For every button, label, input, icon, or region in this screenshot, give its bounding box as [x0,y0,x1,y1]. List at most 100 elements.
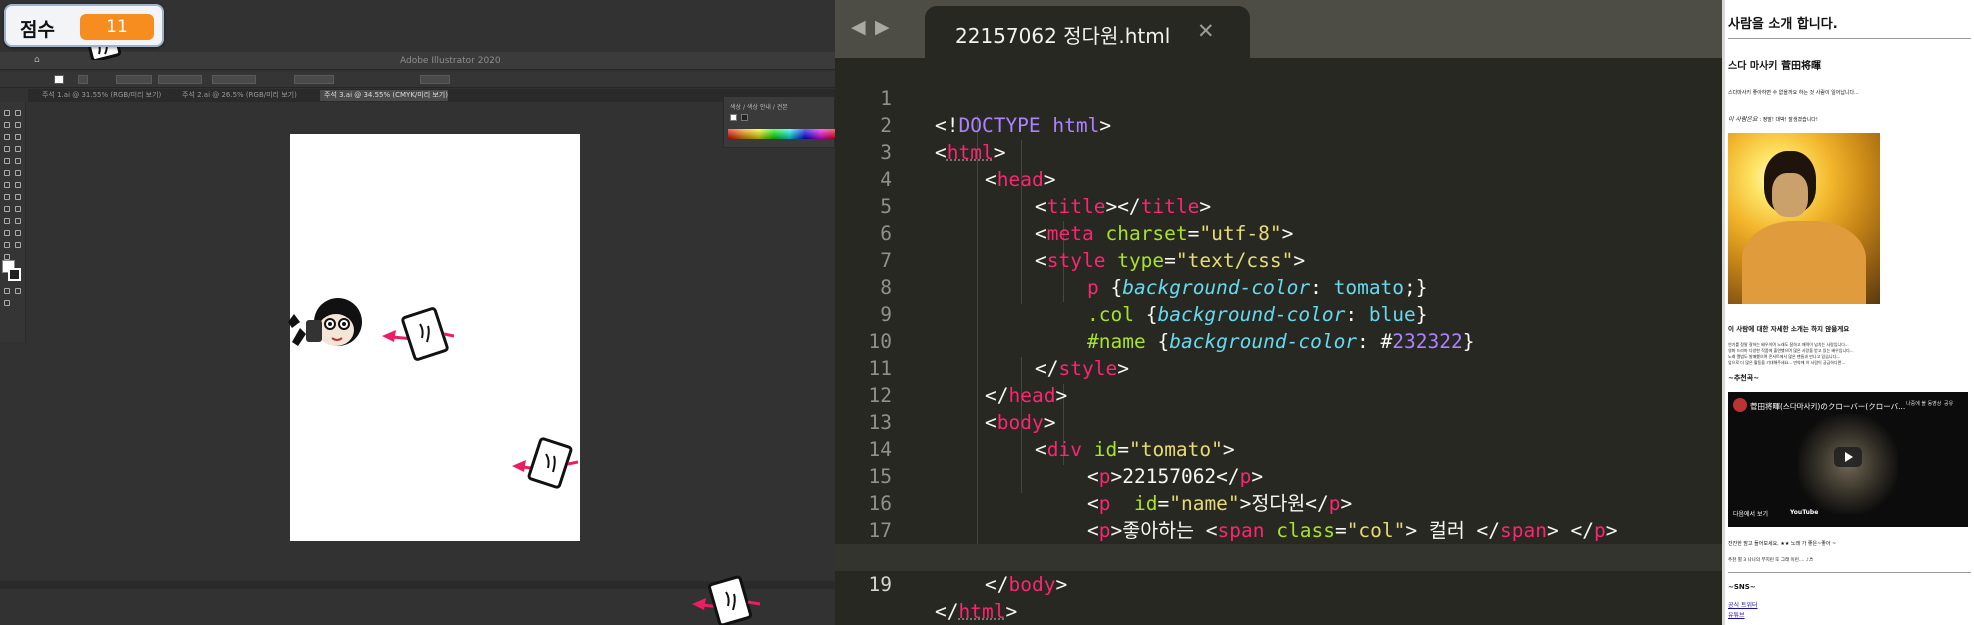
perspective-tool-icon[interactable] [15,194,21,200]
code-line-1: 1 <!DOCTYPE html> [835,58,1722,137]
gradient-tool-icon[interactable] [15,206,21,212]
code-editor: ◀ ▶ 22157062 정다원.html ✕ 1 <!DOCTYPE html… [835,0,1722,625]
chart-tool-icon[interactable] [4,230,10,236]
watch-later-button[interactable]: 나중에 볼 동영상 [1906,400,1941,407]
align-dropdown[interactable] [420,75,450,84]
nav-forward-icon[interactable]: ▶ [875,16,890,38]
curvature-tool-icon[interactable] [15,122,21,128]
caption: 잔잔한 맘고 들어보세요, ★★ 노래 가 좋은~좋아 ~ [1728,541,1837,547]
code-token: body [1008,573,1056,596]
color-spectrum[interactable] [728,129,835,139]
eraser-tool-icon[interactable] [15,158,21,164]
document-tabs: 주석 1.ai @ 31.55% (RGB/미리 보기) 주석 2.ai @ 2… [28,89,835,102]
photo-face [1772,173,1808,217]
video-title[interactable]: 菅田将暉(스다마사키)のクローバー(クローバ... [1750,401,1905,412]
channel-avatar[interactable] [1733,398,1747,412]
doc-tab-1[interactable]: 주석 1.ai @ 31.55% (RGB/미리 보기) [38,90,161,101]
watch-on-label[interactable]: 다음에서 보기 [1733,509,1768,518]
play-icon[interactable] [1834,447,1862,467]
italic-note: : 정말! 대박! 잘생겼습니다! [1759,117,1818,123]
opacity-dropdown[interactable] [294,75,334,84]
code-token: html [958,600,1006,623]
scale-tool-icon[interactable] [15,170,21,176]
link-twitter[interactable]: 공식 트위터 [1728,600,1758,609]
code-line-6: 6 <style type="text/css"> [835,193,1722,272]
eyedropper-tool-icon[interactable] [4,218,10,224]
type-tool-icon[interactable] [4,134,10,140]
caption: 추천 별 3 나나의 부지런 또 그래 이런.... ♪♬ [1728,558,1813,563]
tools-panel [0,102,26,342]
code-line-4: 4 <title></title> [835,139,1722,218]
link-youtube[interactable]: 유튜브 [1728,610,1745,619]
style-dropdown[interactable] [212,75,256,84]
test-paper-sprite-1 [382,307,454,361]
hand-tool-icon[interactable] [15,242,21,248]
free-transform-tool-icon[interactable] [15,182,21,188]
swap-colors-icon[interactable] [4,288,10,294]
youtube-logo[interactable]: YouTube [1790,509,1818,516]
profile-photo [1728,133,1880,304]
screen-mode-icon[interactable] [4,300,10,306]
direct-selection-tool-icon[interactable] [15,110,21,116]
color-panel-tab[interactable]: 색상 / 색상 안내 / 견본 [730,102,788,111]
browser-page: 사람을 소개 합니다. 스다 마사키 菅田将暉 스다마사키 좋아하면 수 없을까… [1722,0,1974,625]
share-button[interactable]: 공유 [1944,400,1953,407]
close-icon[interactable]: ✕ [1197,19,1215,43]
list-item: 앞으로 더 많은 활동을 기대해주세요... 만약에 이 사람이 궁금하다면..… [1728,360,1846,365]
color-panel: 색상 / 색상 안내 / 견본 [723,96,835,148]
photo-body [1742,221,1866,304]
home-icon[interactable]: ⌂ [34,55,40,65]
pane-divider [1722,0,1725,625]
code-line-18: 18 </body> [835,517,1722,596]
panel-fill-swatch[interactable] [730,114,737,121]
shape-builder-tool-icon[interactable] [4,194,10,200]
line-tool-icon[interactable] [15,134,21,140]
score-label: 점수 [20,19,55,41]
section-heading: 스다 마사키 菅田将暉 [1728,61,1821,72]
code-line-16: 16 <p>좋아하는 <span class="col"> 컬러 </span>… [835,463,1722,542]
panel-stroke-swatch[interactable] [741,114,748,121]
code-line-12: 12 <body> [835,355,1722,434]
mesh-tool-icon[interactable] [4,206,10,212]
score-value: 11 [80,14,154,40]
score-badge: 점수 11 [4,4,164,47]
width-tool-icon[interactable] [4,182,10,188]
youtube-embed[interactable]: 菅田将暉(스다마사키)のクローバー(クローバ... 나중에 볼 동영상 공유 다… [1728,392,1968,527]
nav-back-icon[interactable]: ◀ [851,16,866,38]
code-line-11: 11 </head> [835,328,1722,407]
code-line-10: 10 </style> [835,301,1722,380]
artboard-tool-icon[interactable] [15,230,21,236]
stroke-color-box[interactable] [8,268,21,281]
paintbrush-tool-icon[interactable] [15,146,21,152]
divider [1728,38,1971,39]
blend-tool-icon[interactable] [15,218,21,224]
editor-tab[interactable]: 22157062 정다원.html ✕ [925,6,1250,58]
brush-dropdown[interactable] [158,75,202,84]
selection-tool-icon[interactable] [4,110,10,116]
rotate-tool-icon[interactable] [4,170,10,176]
code-line-2: 2 <html> [835,85,1722,164]
code-line-15: 15 <p id="name">정다원</p> [835,436,1722,515]
divider [1728,572,1971,573]
editor-tab-bar: ◀ ▶ 22157062 정다원.html ✕ [835,0,1722,58]
stroke-weight-dropdown[interactable] [116,75,152,84]
stroke-swatch[interactable] [78,75,88,84]
line-number: 19 [868,573,892,596]
code-line-5: 5 <meta charset="utf-8"> [835,166,1722,245]
control-bar [0,72,835,88]
test-paper-sprite-2 [512,437,578,489]
doc-tab-3[interactable]: 주석 3.ai @ 34.55% (CMYK/미리 보기) [320,90,448,101]
fill-swatch[interactable] [54,75,64,84]
code-line-8: 8 .col {background-color: blue} [835,247,1722,326]
draw-mode-icon[interactable] [15,288,21,294]
rectangle-tool-icon[interactable] [4,146,10,152]
pencil-tool-icon[interactable] [4,158,10,164]
code-line-13: 13 <div id="tomato"> [835,382,1722,461]
sns-heading: ~SNS~ [1728,583,1756,591]
illustrator-window: 점수 11 Adobe Illustrator 2020 ⌂ 주석 1.ai @… [0,0,835,625]
doc-tab-2[interactable]: 주석 2.ai @ 26.5% (RGB/미리 보기) [178,90,297,101]
pen-tool-icon[interactable] [4,122,10,128]
slice-tool-icon[interactable] [4,242,10,248]
code-line-7: 7 p {background-color: tomato;} [835,220,1722,299]
character-sprite [288,298,362,346]
